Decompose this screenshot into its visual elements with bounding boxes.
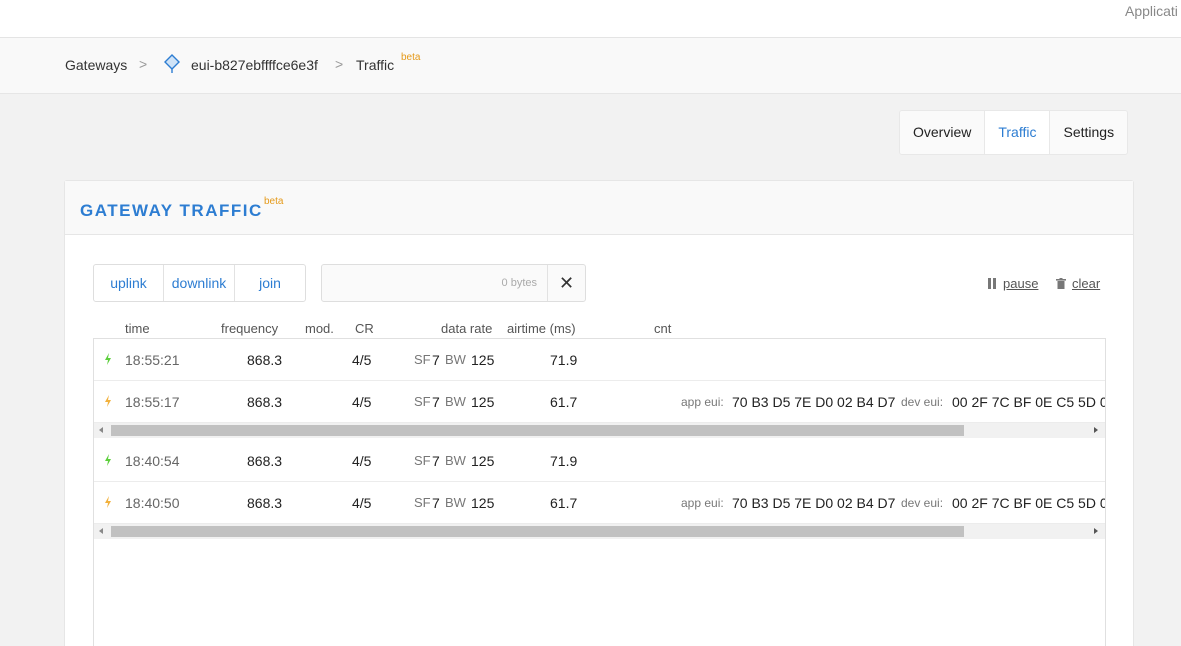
breadcrumb-traffic: Traffic <box>356 57 395 73</box>
bytes-counter: 0 bytes <box>501 277 537 289</box>
horizontal-scrollbar[interactable] <box>94 524 1105 539</box>
column-coding-rate: CR <box>355 321 374 336</box>
row-sf: 7 <box>432 352 440 368</box>
app-eui-value: 70 B3 D5 7E D0 02 B4 D7 <box>732 394 896 410</box>
panel-title: GATEWAY TRAFFIC <box>80 201 263 220</box>
clear-search-button[interactable]: ✕ <box>547 265 585 301</box>
clear-button[interactable]: clear <box>1056 276 1100 291</box>
breadcrumb-gateways[interactable]: Gateways <box>65 57 127 73</box>
scroll-left-icon[interactable] <box>99 528 103 534</box>
breadcrumb-separator: > <box>139 56 148 72</box>
dev-eui-value: 00 2F 7C BF 0E C5 5D 06 <box>952 495 1106 511</box>
section-tabs: Overview Traffic Settings <box>899 110 1129 155</box>
row-bw: 125 <box>471 352 495 368</box>
row-airtime: 61.7 <box>550 394 578 410</box>
direction-filters: uplink downlink join <box>93 264 306 302</box>
scroll-left-icon[interactable] <box>99 427 103 433</box>
search-field[interactable]: 0 bytes ✕ <box>321 264 586 302</box>
app-eui-value: 70 B3 D5 7E D0 02 B4 D7 <box>732 495 896 511</box>
top-bar: Applicati <box>0 0 1181 38</box>
column-airtime: airtime (ms) <box>507 321 576 336</box>
row-time: 18:55:21 <box>125 352 180 368</box>
row-coding-rate: 4/5 <box>352 352 372 368</box>
table-header: time frequency mod. CR data rate airtime… <box>65 321 1135 337</box>
gateway-traffic-panel: GATEWAY TRAFFIC beta uplink downlink joi… <box>64 180 1134 646</box>
column-modulation: mod. <box>305 321 334 336</box>
uplink-bolt-icon <box>105 454 111 466</box>
row-frequency: 868.3 <box>247 394 283 410</box>
row-bw: 125 <box>471 394 495 410</box>
column-data-rate: data rate <box>441 321 493 336</box>
join-bolt-icon <box>105 496 111 508</box>
table-row[interactable]: 18:55:21 868.3 4/5 SF 7 BW 125 71.9 <box>94 339 1105 381</box>
row-sf: 7 <box>432 394 440 410</box>
app-eui-label: app eui: <box>681 395 724 409</box>
row-bw-label: BW <box>445 495 466 510</box>
tab-traffic[interactable]: Traffic <box>984 111 1051 154</box>
row-coding-rate: 4/5 <box>352 453 372 469</box>
pause-label: pause <box>1003 276 1039 291</box>
row-coding-rate: 4/5 <box>352 495 372 511</box>
scrollbar-thumb[interactable] <box>111 526 964 537</box>
row-bw-label: BW <box>445 453 466 468</box>
row-time: 18:55:17 <box>125 394 180 410</box>
dev-eui-label: dev eui: <box>901 395 944 409</box>
close-icon: ✕ <box>558 273 575 293</box>
row-sf-label: SF <box>414 352 431 367</box>
filter-uplink-button[interactable]: uplink <box>94 265 164 301</box>
row-airtime: 71.9 <box>550 453 578 469</box>
row-sf-label: SF <box>414 453 431 468</box>
row-sf-label: SF <box>414 394 431 409</box>
pause-icon <box>988 277 997 289</box>
breadcrumb-gateway-id[interactable]: eui-b827ebffffce6e3f <box>191 57 318 73</box>
clear-label: clear <box>1072 276 1101 291</box>
table-row[interactable]: 18:55:17 868.3 4/5 SF 7 BW 125 61.7 app … <box>94 381 1105 423</box>
filter-downlink-button[interactable]: downlink <box>164 265 235 301</box>
applications-link[interactable]: Applicati <box>1125 3 1178 19</box>
row-frequency: 868.3 <box>247 453 283 469</box>
row-time: 18:40:54 <box>125 453 180 469</box>
app-eui-label: app eui: <box>681 496 724 510</box>
column-count: cnt <box>654 321 672 336</box>
row-bw-label: BW <box>445 352 466 367</box>
tab-overview[interactable]: Overview <box>900 111 984 154</box>
dev-eui-value: 00 2F 7C BF 0E C5 5D 06 <box>952 394 1106 410</box>
uplink-bolt-icon <box>105 353 111 365</box>
horizontal-scrollbar[interactable] <box>94 423 1105 438</box>
scrollbar-thumb[interactable] <box>111 425 964 436</box>
tab-settings[interactable]: Settings <box>1050 111 1127 154</box>
pause-button[interactable]: pause <box>988 276 1038 291</box>
row-bw: 125 <box>471 453 495 469</box>
row-airtime: 71.9 <box>550 352 578 368</box>
trash-icon <box>1056 278 1066 289</box>
row-bw: 125 <box>471 495 495 511</box>
row-sf-label: SF <box>414 495 431 510</box>
row-coding-rate: 4/5 <box>352 394 372 410</box>
scroll-right-icon[interactable] <box>1094 528 1098 534</box>
dev-eui-label: dev eui: <box>901 496 944 510</box>
breadcrumb-separator: > <box>335 56 344 72</box>
row-airtime: 61.7 <box>550 495 578 511</box>
traffic-table[interactable]: 18:55:21 868.3 4/5 SF 7 BW 125 71.9 18:5… <box>93 338 1106 646</box>
table-row[interactable]: 18:40:50 868.3 4/5 SF 7 BW 125 61.7 app … <box>94 482 1105 524</box>
row-sf: 7 <box>432 495 440 511</box>
gateway-icon <box>164 54 180 73</box>
beta-badge: beta <box>401 52 421 63</box>
beta-badge: beta <box>264 196 284 207</box>
scroll-right-icon[interactable] <box>1094 427 1098 433</box>
row-time: 18:40:50 <box>125 495 180 511</box>
row-frequency: 868.3 <box>247 495 283 511</box>
join-bolt-icon <box>105 395 111 407</box>
row-bw-label: BW <box>445 394 466 409</box>
row-frequency: 868.3 <box>247 352 283 368</box>
row-sf: 7 <box>432 453 440 469</box>
column-frequency: frequency <box>221 321 279 336</box>
filter-join-button[interactable]: join <box>235 265 305 301</box>
panel-header: GATEWAY TRAFFIC beta <box>65 181 1133 235</box>
column-time: time <box>125 321 150 336</box>
table-row[interactable]: 18:40:54 868.3 4/5 SF 7 BW 125 71.9 <box>94 440 1105 482</box>
